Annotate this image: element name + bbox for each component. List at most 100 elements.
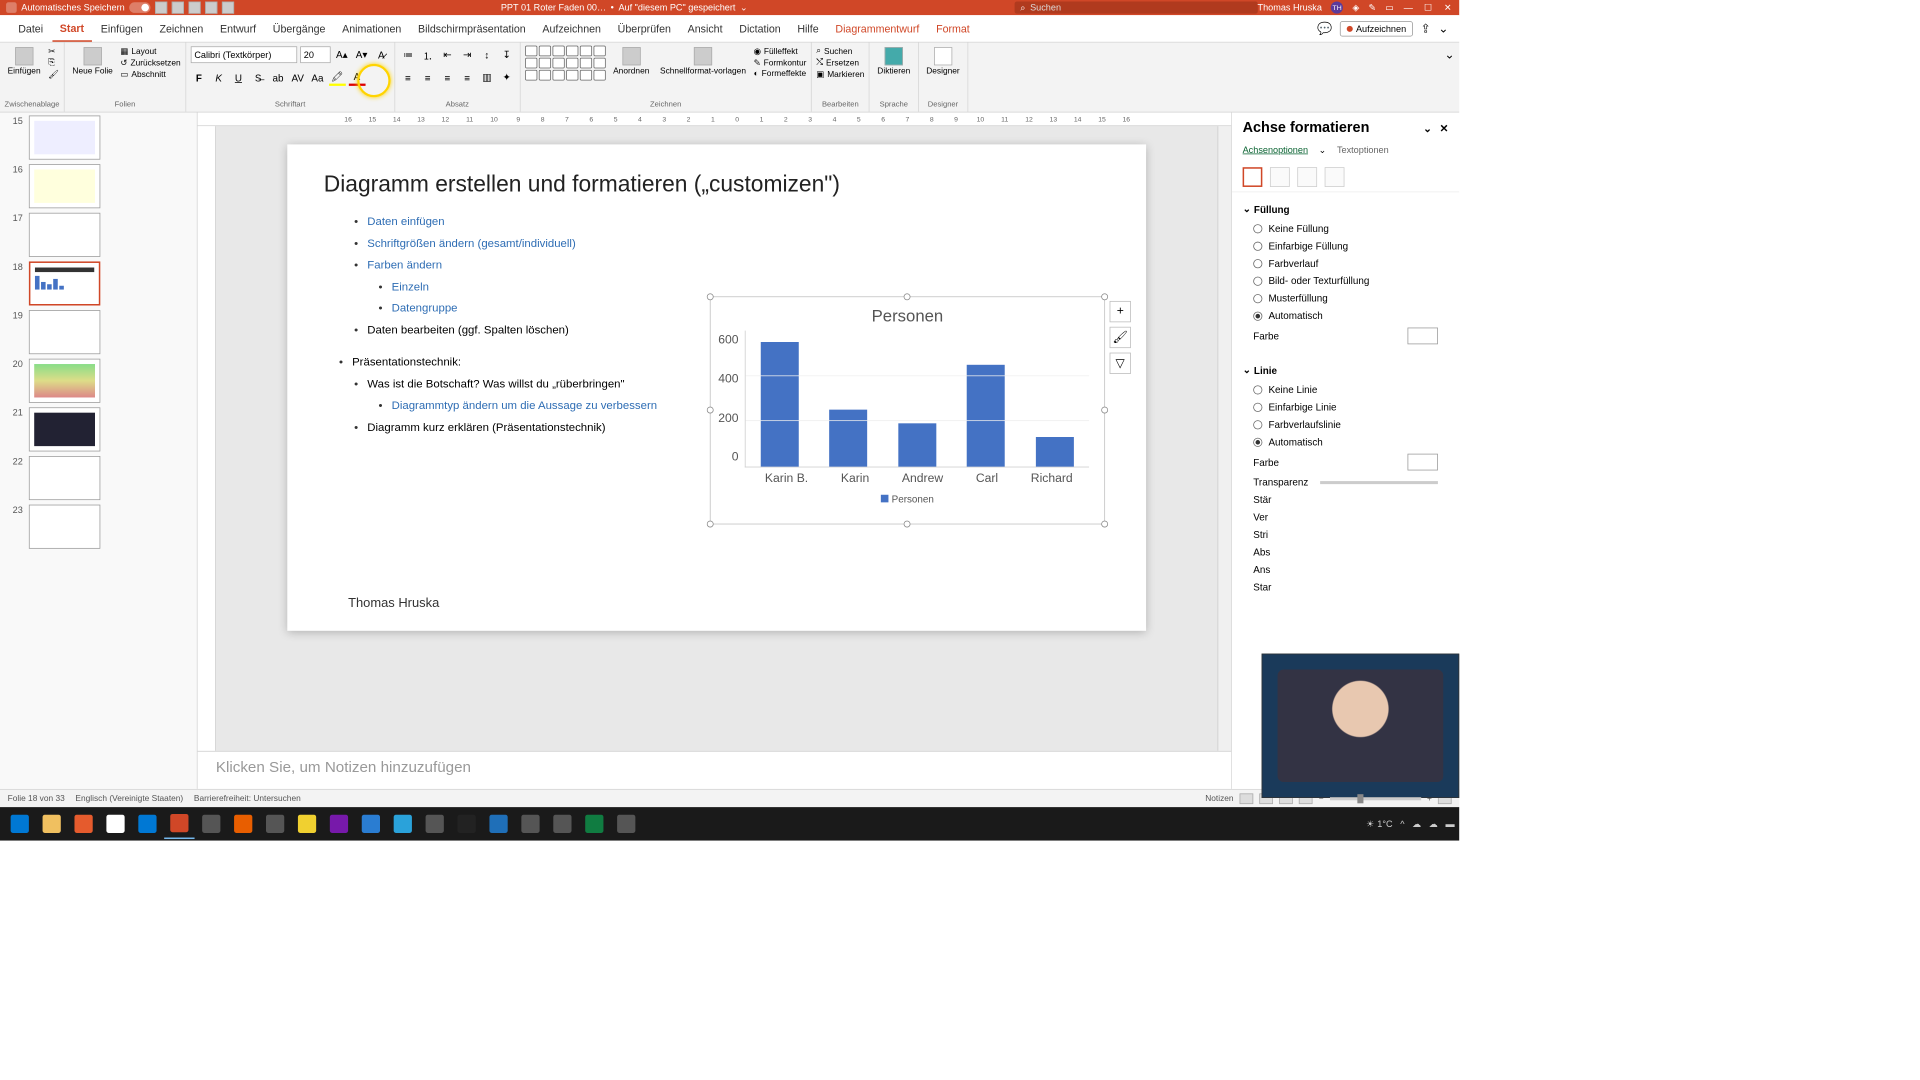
tab-start[interactable]: Start [52,16,91,42]
taskbar-app-v[interactable] [356,809,386,839]
notes-panel[interactable]: Klicken Sie, um Notizen hinzuzufügen [198,751,1232,789]
chart-object[interactable]: Personen 600 400 200 0 Karin B.KarinAndr… [710,296,1105,524]
taskbar-app-1[interactable] [196,809,226,839]
view-normal[interactable] [1240,793,1254,804]
thumb-22[interactable]: 22 [8,456,190,500]
taskbar-telegram[interactable] [388,809,418,839]
bullet-b3a[interactable]: Einzeln [392,276,429,298]
tab-animationen[interactable]: Animationen [335,16,409,40]
thumb-17[interactable]: 17 [8,213,190,257]
tab-bildschirm[interactable]: Bildschirmpräsentation [410,16,533,40]
status-language[interactable]: Englisch (Vereinigte Staaten) [75,794,183,803]
comments-icon[interactable]: 💬 [1317,21,1332,36]
bullet-b3b[interactable]: Datengruppe [392,298,458,320]
taskbar-onenote[interactable] [324,809,354,839]
layout-button[interactable]: ▦Layout [120,46,180,57]
format-painter-button[interactable]: 🖌 [48,68,59,79]
bold-button[interactable]: F [191,69,208,86]
close-button[interactable]: ✕ [1442,2,1453,13]
fp-line-auto[interactable]: Automatisch [1243,433,1449,450]
present-icon[interactable] [205,2,217,14]
shrink-font-button[interactable]: A▾ [353,46,370,63]
fp-line-transparency[interactable]: Transparenz [1243,473,1449,490]
case-button[interactable]: Aa [309,69,326,86]
fp-fill-color[interactable]: Farbe [1243,325,1449,348]
touch-icon[interactable] [222,2,234,14]
collapse-ribbon-icon[interactable]: ⌄ [1438,21,1448,36]
fp-line-section[interactable]: ⌄ Linie [1243,359,1449,380]
grow-font-button[interactable]: A▴ [333,46,350,63]
undo-icon[interactable] [172,2,184,14]
status-accessibility[interactable]: Barrierefreiheit: Untersuchen [194,794,301,803]
taskbar-obs[interactable] [451,809,481,839]
taskbar-settings[interactable] [547,809,577,839]
schnellformat-button[interactable]: Schnellformat-vorlagen [657,46,749,78]
tab-aufzeichnen[interactable]: Aufzeichnen [535,16,609,40]
taskbar-app-6[interactable] [515,809,545,839]
thumb-15[interactable]: 15 [8,116,190,160]
zurucksetzen-button[interactable]: ↺Zurücksetzen [120,57,180,68]
maximize-button[interactable]: ☐ [1423,2,1434,13]
fp-fill-solid[interactable]: Einfarbige Füllung [1243,237,1449,254]
autosave-toggle[interactable] [129,2,150,13]
smartart-button[interactable]: ✦ [498,69,515,86]
fp-fill-icon[interactable] [1243,167,1263,187]
thumb-21[interactable]: 21 [8,407,190,451]
chevron-down-icon[interactable]: ⌄ [740,2,748,13]
taskbar-firefox[interactable] [68,809,98,839]
cut-button[interactable]: ✂ [48,46,59,57]
fp-tab-options[interactable]: Achsenoptionen [1243,144,1308,155]
font-size-select[interactable] [300,46,330,63]
bullet-b5a1[interactable]: Diagrammtyp ändern um die Aussage zu ver… [392,395,658,417]
tab-dictation[interactable]: Dictation [732,16,789,40]
taskbar-weather[interactable]: ☀1°C [1366,819,1393,830]
numbering-button[interactable]: ⒈ [419,46,436,63]
designer-button[interactable]: Designer [923,46,963,78]
fulleffekt-button[interactable]: ◉Fülleffekt [754,46,807,57]
underline-button[interactable]: U [230,69,247,86]
pen-icon[interactable]: ✎ [1368,2,1376,13]
fp-fill-none[interactable]: Keine Füllung [1243,220,1449,237]
tray-chevron-icon[interactable]: ^ [1400,819,1404,830]
zoom-slider[interactable] [1330,797,1421,800]
fp-line-solid[interactable]: Einfarbige Linie [1243,398,1449,415]
tab-einfugen[interactable]: Einfügen [93,16,150,40]
neue-folie-button[interactable]: Neue Folie [69,46,116,78]
formkontur-button[interactable]: ✎Formkontur [754,57,807,68]
bullet-b3[interactable]: Farben ändern [367,255,442,277]
align-center-button[interactable]: ≡ [419,69,436,86]
thumb-18[interactable]: 18 [8,261,190,305]
diamond-icon[interactable]: ◈ [1352,2,1359,13]
markieren-button[interactable]: ▣Markieren [816,68,864,79]
tab-entwurf[interactable]: Entwurf [212,16,263,40]
taskbar-app-5[interactable] [483,809,513,839]
tab-zeichnen[interactable]: Zeichnen [152,16,211,40]
indent-button[interactable]: ⇥ [459,46,476,63]
user-avatar[interactable]: TH [1331,2,1343,14]
taskbar-app-7[interactable] [611,809,641,839]
shapes-gallery[interactable] [525,46,606,81]
search-box[interactable]: ⌕ Suchen [1014,2,1257,14]
fp-line-none[interactable]: Keine Linie [1243,381,1449,398]
columns-button[interactable]: ▥ [479,69,496,86]
aufzeichnen-button[interactable]: Aufzeichnen [1340,21,1413,36]
bullets-button[interactable]: ≔ [400,46,417,63]
fp-fill-auto[interactable]: Automatisch [1243,307,1449,324]
ersetzen-button[interactable]: ⤭Ersetzen [816,57,864,68]
chart-styles-button[interactable]: 🖌 [1110,327,1131,348]
save-icon[interactable] [155,2,167,14]
abschnitt-button[interactable]: ▭Abschnitt [120,68,180,79]
notes-toggle[interactable]: Notizen [1205,794,1233,803]
fp-line-gradient[interactable]: Farbverlaufslinie [1243,416,1449,433]
start-button[interactable] [5,809,35,839]
text-direction-button[interactable]: ↧ [498,46,515,63]
fp-fill-section[interactable]: ⌄ Füllung [1243,198,1449,219]
formeffekte-button[interactable]: ◐Formeffekte [754,68,807,79]
spacing-button[interactable]: AV [289,69,306,86]
taskbar-explorer[interactable] [36,809,66,839]
taskbar-app-4[interactable] [420,809,450,839]
align-left-button[interactable]: ≡ [400,69,417,86]
taskbar-vlc[interactable] [228,809,258,839]
bullet-b1[interactable]: Daten einfügen [367,211,444,233]
outdent-button[interactable]: ⇤ [439,46,456,63]
